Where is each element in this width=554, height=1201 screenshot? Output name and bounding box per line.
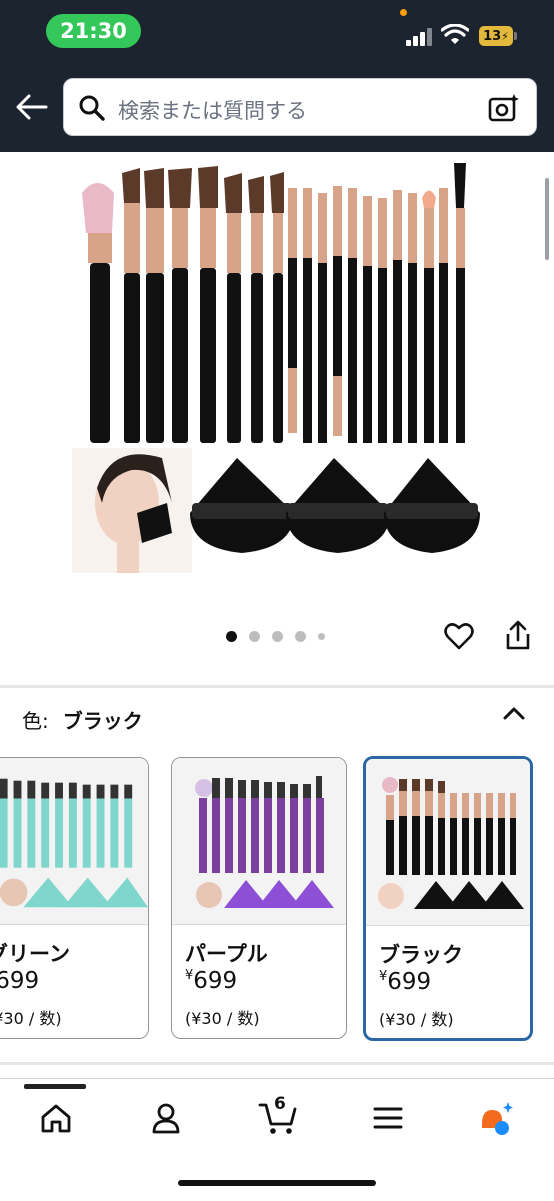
cellular-signal-icon — [406, 28, 434, 46]
heart-icon[interactable] — [444, 621, 474, 651]
search-header: 検索または質問する — [0, 62, 554, 152]
selected-color: ブラック — [62, 709, 143, 733]
variant-thumbnail-green — [0, 758, 148, 924]
variant-price-value: 699 — [193, 968, 238, 994]
chevron-up-icon[interactable] — [501, 703, 527, 723]
active-tab-indicator — [24, 1084, 86, 1089]
rufus-icon[interactable] — [478, 1100, 514, 1136]
variant-price: ¥699 — [0, 968, 39, 994]
variant-unit-price: (¥30 / 数) — [185, 1009, 260, 1028]
variant-card-green[interactable]: グリーン ¥699 (¥30 / 数) — [0, 757, 149, 1039]
variant-price-value: 699 — [387, 969, 432, 995]
variant-name: グリーン — [0, 942, 70, 966]
variant-unit-price: (¥30 / 数) — [379, 1010, 454, 1029]
search-input[interactable]: 検索または質問する — [63, 78, 537, 136]
status-bar: 21:30 13 ⚡ — [0, 0, 554, 62]
variant-price-value: 699 — [0, 968, 40, 994]
product-image[interactable] — [72, 158, 482, 578]
share-icon[interactable] — [505, 620, 531, 650]
brush-set-illustration — [72, 163, 480, 573]
variant-card-purple[interactable]: パープル ¥699 (¥30 / 数) — [171, 757, 347, 1039]
variant-thumbnail-purple — [174, 758, 344, 924]
carousel-dot-1[interactable] — [226, 630, 237, 642]
color-label: 色: — [22, 709, 49, 733]
variant-name: パープル — [185, 942, 268, 966]
search-icon — [79, 95, 105, 121]
wifi-icon — [441, 24, 469, 44]
section-divider — [0, 685, 554, 688]
variant-name: ブラック — [379, 943, 463, 967]
menu-icon[interactable] — [370, 1100, 406, 1136]
carousel-dot-4[interactable] — [295, 630, 306, 642]
carousel-dot-2[interactable] — [249, 630, 260, 642]
carousel-dot-5[interactable] — [318, 632, 325, 640]
back-arrow-icon[interactable] — [14, 92, 50, 122]
scroll-indicator — [545, 178, 549, 260]
section-divider — [0, 1062, 554, 1065]
account-icon[interactable] — [148, 1100, 184, 1136]
color-selector-header: 色: ブラック — [22, 705, 143, 734]
variant-price: ¥699 — [185, 968, 237, 994]
camera-search-icon[interactable] — [488, 93, 520, 123]
carousel-dot-3[interactable] — [272, 630, 283, 642]
clock-time: 21:30 — [46, 14, 141, 48]
battery-level: 13 — [483, 28, 502, 44]
variant-thumbnail — [172, 758, 346, 925]
home-icon[interactable] — [38, 1100, 74, 1136]
privacy-indicator-dot — [400, 9, 407, 16]
variant-thumbnail — [366, 759, 530, 926]
variant-thumbnail-black — [366, 759, 530, 925]
variant-card-black[interactable]: ブラック ¥699 (¥30 / 数) — [363, 756, 533, 1041]
cart-count: 6 — [274, 1094, 286, 1114]
home-indicator — [178, 1180, 376, 1186]
image-carousel-dots[interactable] — [226, 630, 325, 642]
variant-unit-price: (¥30 / 数) — [0, 1009, 62, 1028]
search-placeholder: 検索または質問する — [118, 99, 307, 123]
variant-price: ¥699 — [379, 969, 431, 995]
battery-icon: 13 ⚡ — [479, 26, 517, 46]
cart-button[interactable]: 6 — [258, 1094, 302, 1138]
variant-thumbnail — [0, 758, 148, 925]
